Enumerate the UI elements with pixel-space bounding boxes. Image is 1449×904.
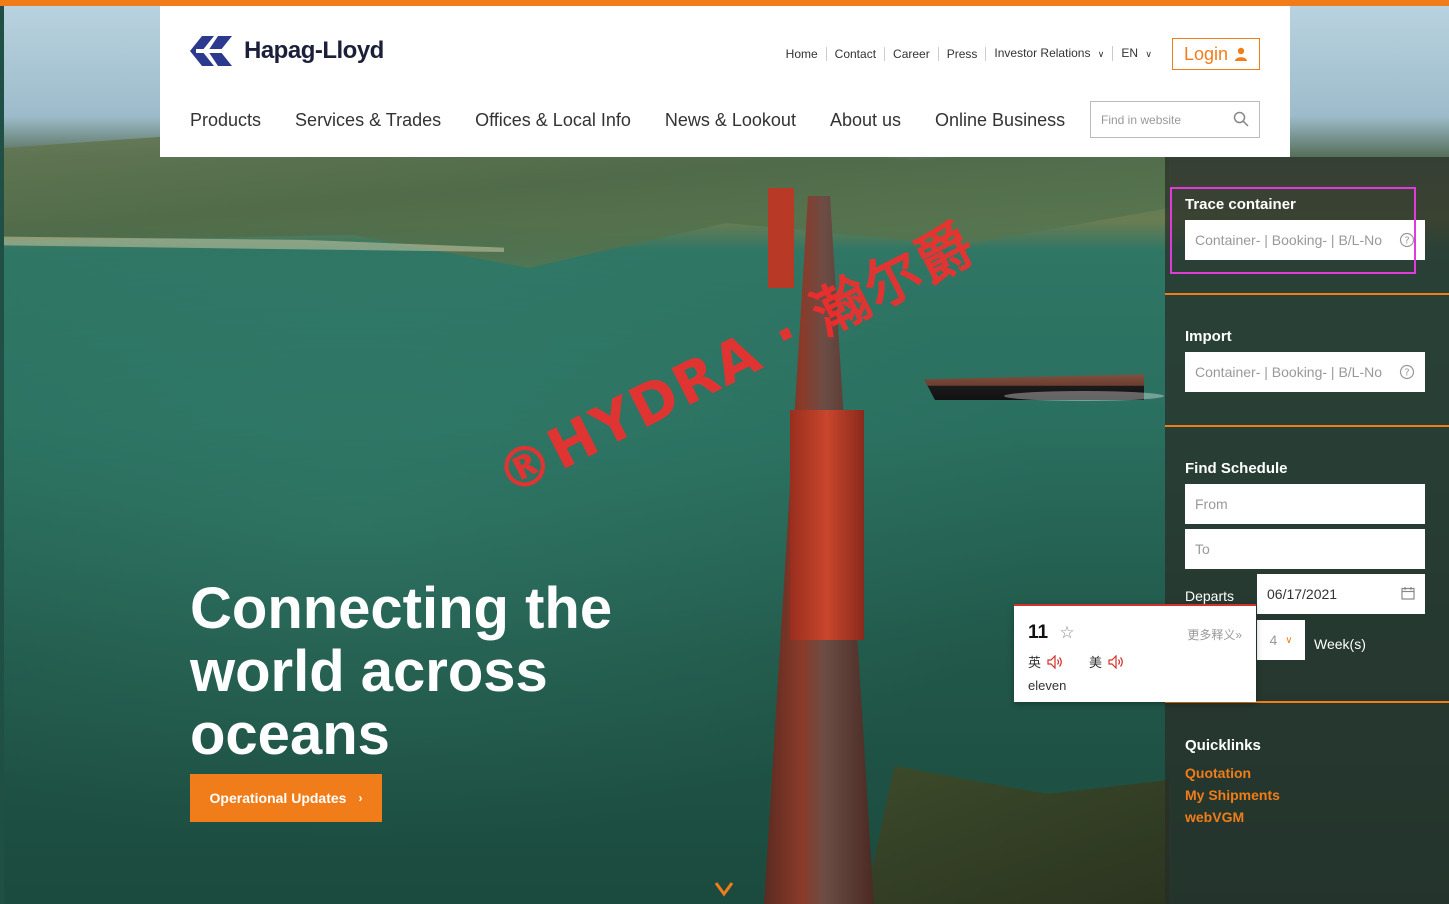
- schedule-to-input[interactable]: To: [1185, 529, 1425, 569]
- investor-relations-label: Investor Relations: [994, 46, 1091, 60]
- util-contact-link[interactable]: Contact: [827, 46, 886, 61]
- chevron-down-icon: ∨: [1285, 634, 1293, 646]
- find-schedule-title: Find Schedule: [1185, 460, 1288, 477]
- chevron-down-icon: ∨: [1145, 49, 1152, 59]
- help-icon[interactable]: ?: [1399, 364, 1415, 380]
- login-label: Login: [1183, 43, 1229, 64]
- departs-label: Departs: [1185, 588, 1235, 604]
- pron-us: 美: [1089, 652, 1124, 671]
- calendar-icon[interactable]: [1401, 586, 1415, 600]
- site-search-input[interactable]: Find in website: [1090, 101, 1260, 138]
- speaker-icon[interactable]: [1047, 654, 1063, 669]
- popup-more-link[interactable]: 更多释义»: [1187, 626, 1242, 643]
- panel-divider: [1165, 425, 1449, 427]
- import-title: Import: [1185, 328, 1232, 345]
- operational-updates-label: Operational Updates: [209, 790, 347, 806]
- to-placeholder: To: [1195, 541, 1210, 557]
- popup-word: 11 ☆: [1028, 622, 1075, 644]
- speaker-icon[interactable]: [1108, 654, 1124, 669]
- quicklinks-title: Quicklinks: [1185, 737, 1261, 754]
- svg-text:?: ?: [1404, 368, 1409, 379]
- pron-us-label: 美: [1089, 655, 1103, 670]
- panel-divider: [1165, 293, 1449, 295]
- quicklink-webvgm[interactable]: webVGM: [1185, 809, 1244, 825]
- chevron-right-icon: ›: [358, 791, 363, 805]
- quicklink-my-shipments[interactable]: My Shipments: [1185, 787, 1280, 803]
- bridge-tower-near: [790, 410, 864, 640]
- import-input[interactable]: Container- | Booking- | B/L-No ?: [1185, 352, 1425, 392]
- departs-date-input[interactable]: 06/17/2021: [1257, 574, 1425, 614]
- import-placeholder: Container- | Booking- | B/L-No: [1195, 364, 1383, 380]
- popup-definition: eleven: [1028, 678, 1067, 693]
- dictionary-popup: 11 ☆ 更多释义» 英 美 eleven: [1014, 604, 1256, 702]
- headline-line: Connecting the: [190, 576, 613, 641]
- brand-name: Hapag-Lloyd: [244, 37, 384, 64]
- user-icon: [1235, 47, 1248, 61]
- search-icon[interactable]: [1233, 111, 1249, 127]
- headline-line: world across: [190, 639, 548, 704]
- headline-line: oceans: [190, 702, 390, 767]
- nav-products[interactable]: Products: [190, 110, 261, 131]
- weeks-select[interactable]: 4 ∨: [1257, 620, 1305, 660]
- nav-news-lookout[interactable]: News & Lookout: [665, 110, 796, 131]
- hero-ship-wake: [1004, 391, 1164, 401]
- operational-updates-button[interactable]: Operational Updates ›: [190, 774, 382, 822]
- star-icon[interactable]: ☆: [1059, 623, 1074, 642]
- language-select[interactable]: EN ∨: [1113, 46, 1160, 61]
- weeks-label: Week(s): [1314, 636, 1366, 652]
- util-career-link[interactable]: Career: [885, 46, 939, 61]
- weeks-value: 4: [1269, 632, 1278, 648]
- pron-uk: 英: [1028, 652, 1063, 671]
- highlight-outline: [1170, 187, 1416, 274]
- nav-about-us[interactable]: About us: [830, 110, 901, 131]
- hero-headline: Connecting the world across oceans: [190, 577, 750, 766]
- utility-nav: Home Contact Career Press Investor Relat…: [778, 46, 1160, 61]
- nav-online-business[interactable]: Online Business: [935, 110, 1065, 131]
- schedule-from-input[interactable]: From: [1185, 484, 1425, 524]
- brand-logo[interactable]: Hapag-Lloyd: [190, 36, 384, 66]
- scroll-down-icon[interactable]: [714, 880, 734, 898]
- bridge-tower-far: [768, 188, 794, 288]
- popup-word-text: 11: [1028, 622, 1049, 643]
- util-press-link[interactable]: Press: [939, 46, 987, 61]
- language-label: EN: [1121, 46, 1139, 60]
- departs-date-value: 06/17/2021: [1267, 586, 1338, 602]
- quicklink-quotation[interactable]: Quotation: [1185, 765, 1251, 781]
- login-button[interactable]: Login: [1172, 38, 1260, 70]
- search-placeholder: Find in website: [1101, 112, 1182, 127]
- chevron-down-icon: ∨: [1097, 49, 1105, 59]
- nav-offices-local-info[interactable]: Offices & Local Info: [475, 110, 631, 131]
- nav-services-trades[interactable]: Services & Trades: [295, 110, 441, 131]
- hapag-lloyd-logo-icon: [190, 36, 232, 66]
- util-home-link[interactable]: Home: [778, 46, 827, 61]
- pron-uk-label: 英: [1028, 655, 1042, 670]
- util-investor-relations-menu[interactable]: Investor Relations ∨: [986, 46, 1114, 61]
- from-placeholder: From: [1195, 496, 1228, 512]
- main-nav: Products Services & Trades Offices & Loc…: [190, 110, 1065, 131]
- site-header: Hapag-Lloyd Home Contact Career Press In…: [160, 6, 1290, 157]
